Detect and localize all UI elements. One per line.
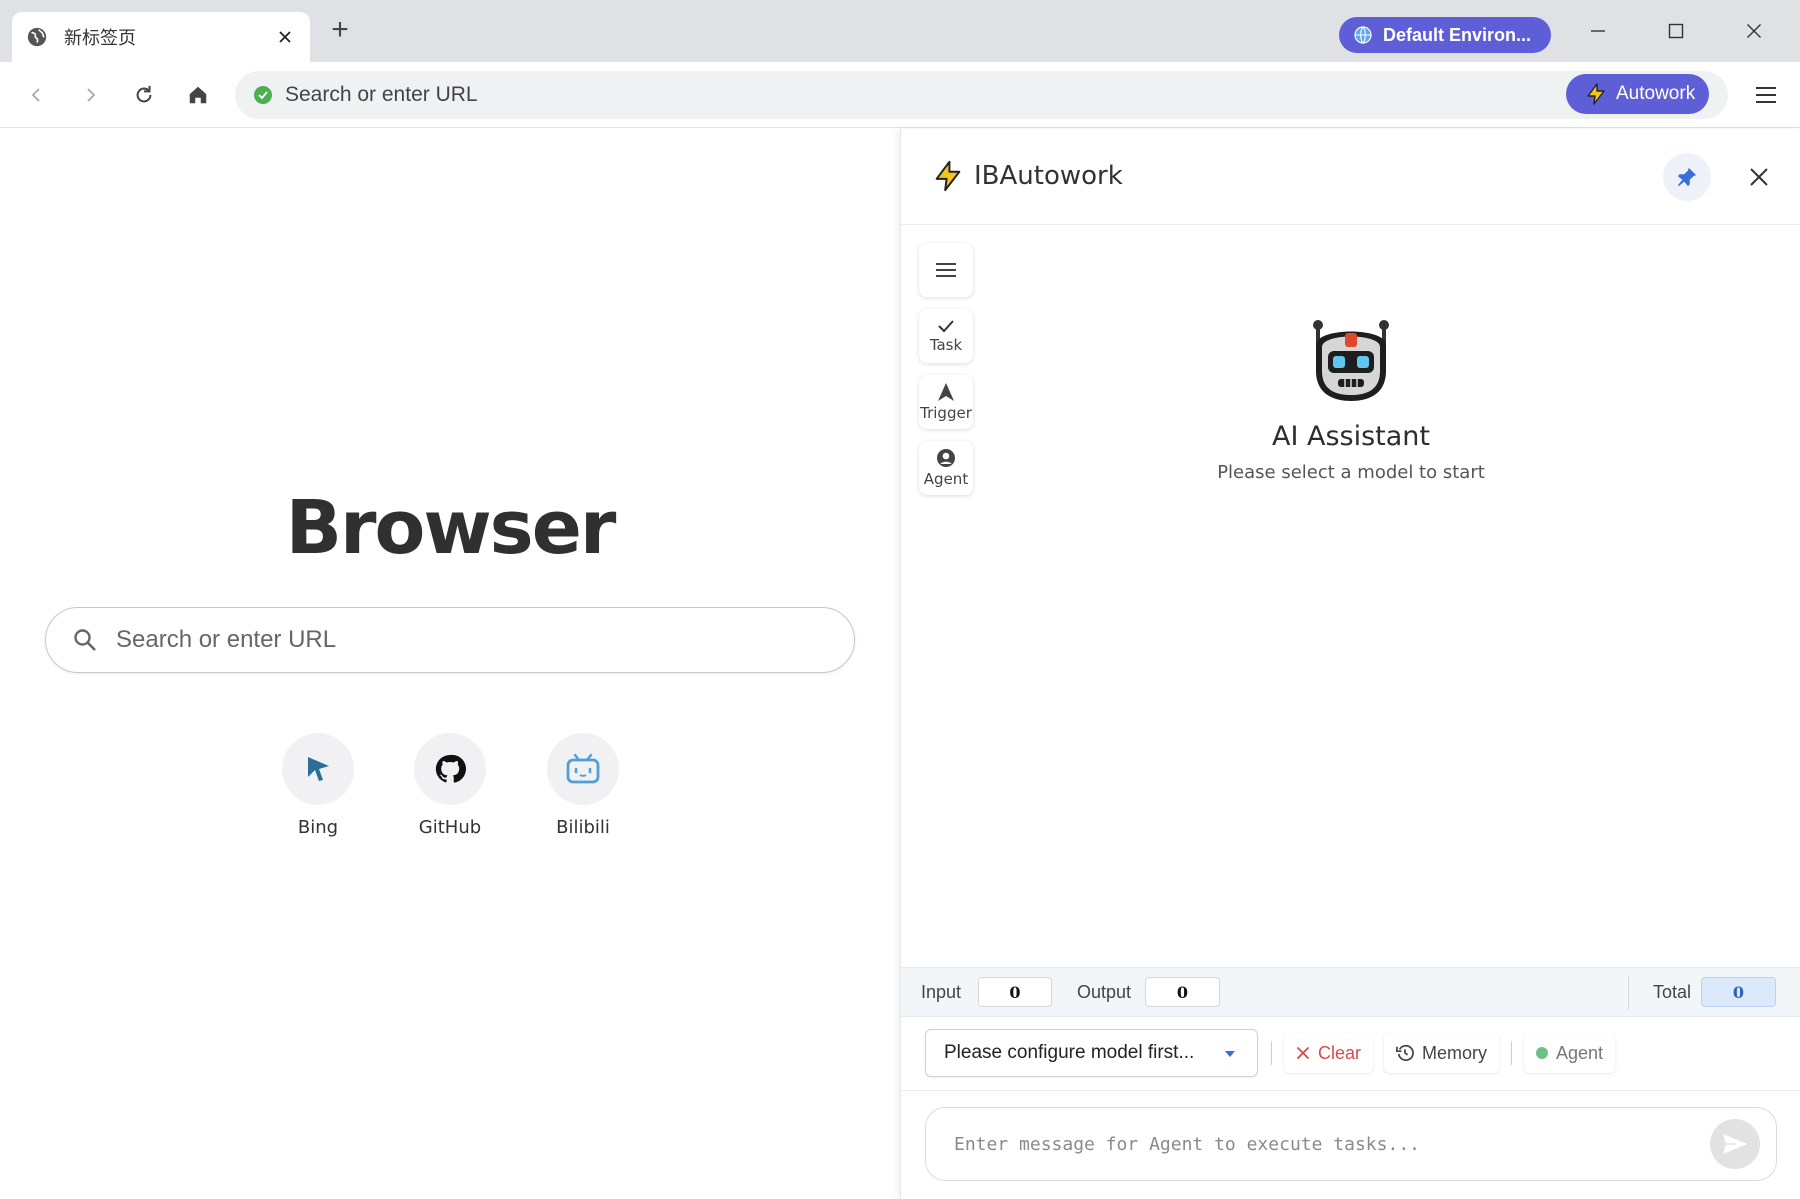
- model-select-value: Please configure model first...: [944, 1042, 1195, 1063]
- divider: [1511, 1041, 1512, 1065]
- pin-button[interactable]: [1663, 153, 1711, 201]
- hamburger-menu-icon: [1756, 87, 1776, 103]
- search-icon: [72, 627, 98, 653]
- autowork-button[interactable]: Autowork: [1566, 74, 1709, 114]
- search-placeholder: Search or enter URL: [116, 626, 337, 653]
- chevron-right-icon: [87, 88, 96, 102]
- token-usage-bar: Input 0 Output 0 Total 0: [901, 967, 1800, 1017]
- shortcut-label: Bilibili: [556, 817, 610, 838]
- memory-label: Memory: [1422, 1042, 1488, 1063]
- browser-menu-button[interactable]: [1750, 79, 1782, 111]
- output-tokens-label: Output: [1077, 982, 1132, 1002]
- maximize-button[interactable]: [1658, 14, 1694, 48]
- chevron-left-icon: [31, 88, 40, 102]
- divider: [1271, 1041, 1272, 1065]
- lightning-icon: [931, 159, 965, 193]
- close-icon[interactable]: [274, 26, 296, 48]
- history-icon: [1396, 1044, 1414, 1062]
- new-tab-button[interactable]: +: [326, 15, 354, 45]
- home-icon: [189, 86, 207, 104]
- address-bar[interactable]: Search or enter URL: [235, 71, 1728, 119]
- rail-menu-button[interactable]: [919, 243, 973, 297]
- page-title: Browser: [285, 485, 617, 571]
- close-icon: [1747, 24, 1761, 38]
- model-select[interactable]: Please configure model first...: [925, 1029, 1258, 1077]
- bilibili-icon: [566, 753, 600, 784]
- caret-down-icon: [1225, 1050, 1235, 1058]
- robot-icon: [1313, 320, 1389, 401]
- autowork-label: Autowork: [1616, 83, 1696, 104]
- browser-tab[interactable]: 新标签页: [12, 12, 310, 62]
- status-dot: [1536, 1047, 1548, 1059]
- assistant-subtitle: Please select a model to start: [1217, 462, 1485, 483]
- reload-icon: [136, 85, 152, 103]
- clear-label: Clear: [1318, 1042, 1362, 1063]
- pin-icon: [1677, 167, 1697, 187]
- send-button[interactable]: [1710, 1119, 1760, 1169]
- assistant-empty-state: AI Assistant Please select a model to st…: [901, 317, 1800, 483]
- window-close-button[interactable]: [1736, 14, 1772, 48]
- total-tokens-value: 0: [1701, 977, 1776, 1007]
- send-icon: [1723, 1134, 1747, 1154]
- shield-icon: [253, 85, 273, 105]
- home-button[interactable]: [181, 78, 215, 112]
- reload-button[interactable]: [127, 78, 161, 112]
- close-panel-button[interactable]: [1741, 159, 1777, 195]
- close-icon: [1750, 168, 1768, 186]
- shortcut-github[interactable]: GitHub: [395, 733, 505, 838]
- clear-button[interactable]: Clear: [1284, 1033, 1374, 1073]
- shortcut-label: Bing: [297, 817, 339, 838]
- input-tokens-label: Input: [921, 982, 962, 1002]
- message-input[interactable]: Enter message for Agent to execute tasks…: [925, 1107, 1777, 1181]
- back-button[interactable]: [20, 78, 54, 112]
- globe-icon: [1353, 25, 1373, 45]
- shortcut-icon-circle: [282, 733, 354, 805]
- globe-icon: [26, 26, 48, 48]
- shortcut-bilibili[interactable]: Bilibili: [528, 733, 638, 838]
- shortcut-icon-circle: [414, 733, 486, 805]
- new-tab-page: Browser Search or enter URL Bing GitHub …: [0, 129, 900, 1199]
- memory-button[interactable]: Memory: [1384, 1033, 1500, 1073]
- agent-label: Agent: [1556, 1042, 1604, 1063]
- lightning-icon: [1584, 82, 1608, 106]
- output-tokens-value: 0: [1145, 977, 1220, 1007]
- github-icon: [435, 754, 466, 783]
- search-input[interactable]: Search or enter URL: [45, 607, 855, 673]
- message-placeholder: Enter message for Agent to execute tasks…: [954, 1133, 1420, 1155]
- environment-button[interactable]: Default Environ...: [1339, 17, 1551, 53]
- tab-title: 新标签页: [64, 28, 136, 49]
- minimize-button[interactable]: [1580, 14, 1616, 48]
- shortcut-icon-circle: [547, 733, 619, 805]
- agent-toggle[interactable]: Agent: [1524, 1033, 1616, 1073]
- autowork-panel: IBAutowork Task Trigger Agent AI Assista…: [900, 129, 1800, 1199]
- control-row: Please configure model first... Clear Me…: [901, 1017, 1800, 1091]
- total-tokens-label: Total: [1653, 982, 1692, 1002]
- minimize-icon: [1591, 30, 1605, 32]
- toolbar: Search or enter URL Autowork: [0, 62, 1800, 128]
- close-icon: [1296, 1046, 1310, 1060]
- hamburger-menu-icon: [936, 263, 956, 277]
- divider: [1628, 976, 1629, 1010]
- input-tokens-value: 0: [978, 977, 1052, 1007]
- shortcut-label: GitHub: [418, 817, 482, 838]
- shortcut-bing[interactable]: Bing: [263, 733, 373, 838]
- assistant-title: AI Assistant: [1271, 421, 1431, 452]
- address-bar-placeholder: Search or enter URL: [285, 83, 478, 106]
- forward-button[interactable]: [73, 78, 107, 112]
- cursor-arrow-icon: [308, 757, 329, 781]
- maximize-icon: [1668, 23, 1684, 39]
- environment-label: Default Environ...: [1383, 24, 1532, 45]
- panel-title: IBAutowork: [974, 161, 1123, 191]
- tab-strip: 新标签页 + Default Environ...: [0, 0, 1800, 62]
- panel-header: IBAutowork: [901, 129, 1800, 225]
